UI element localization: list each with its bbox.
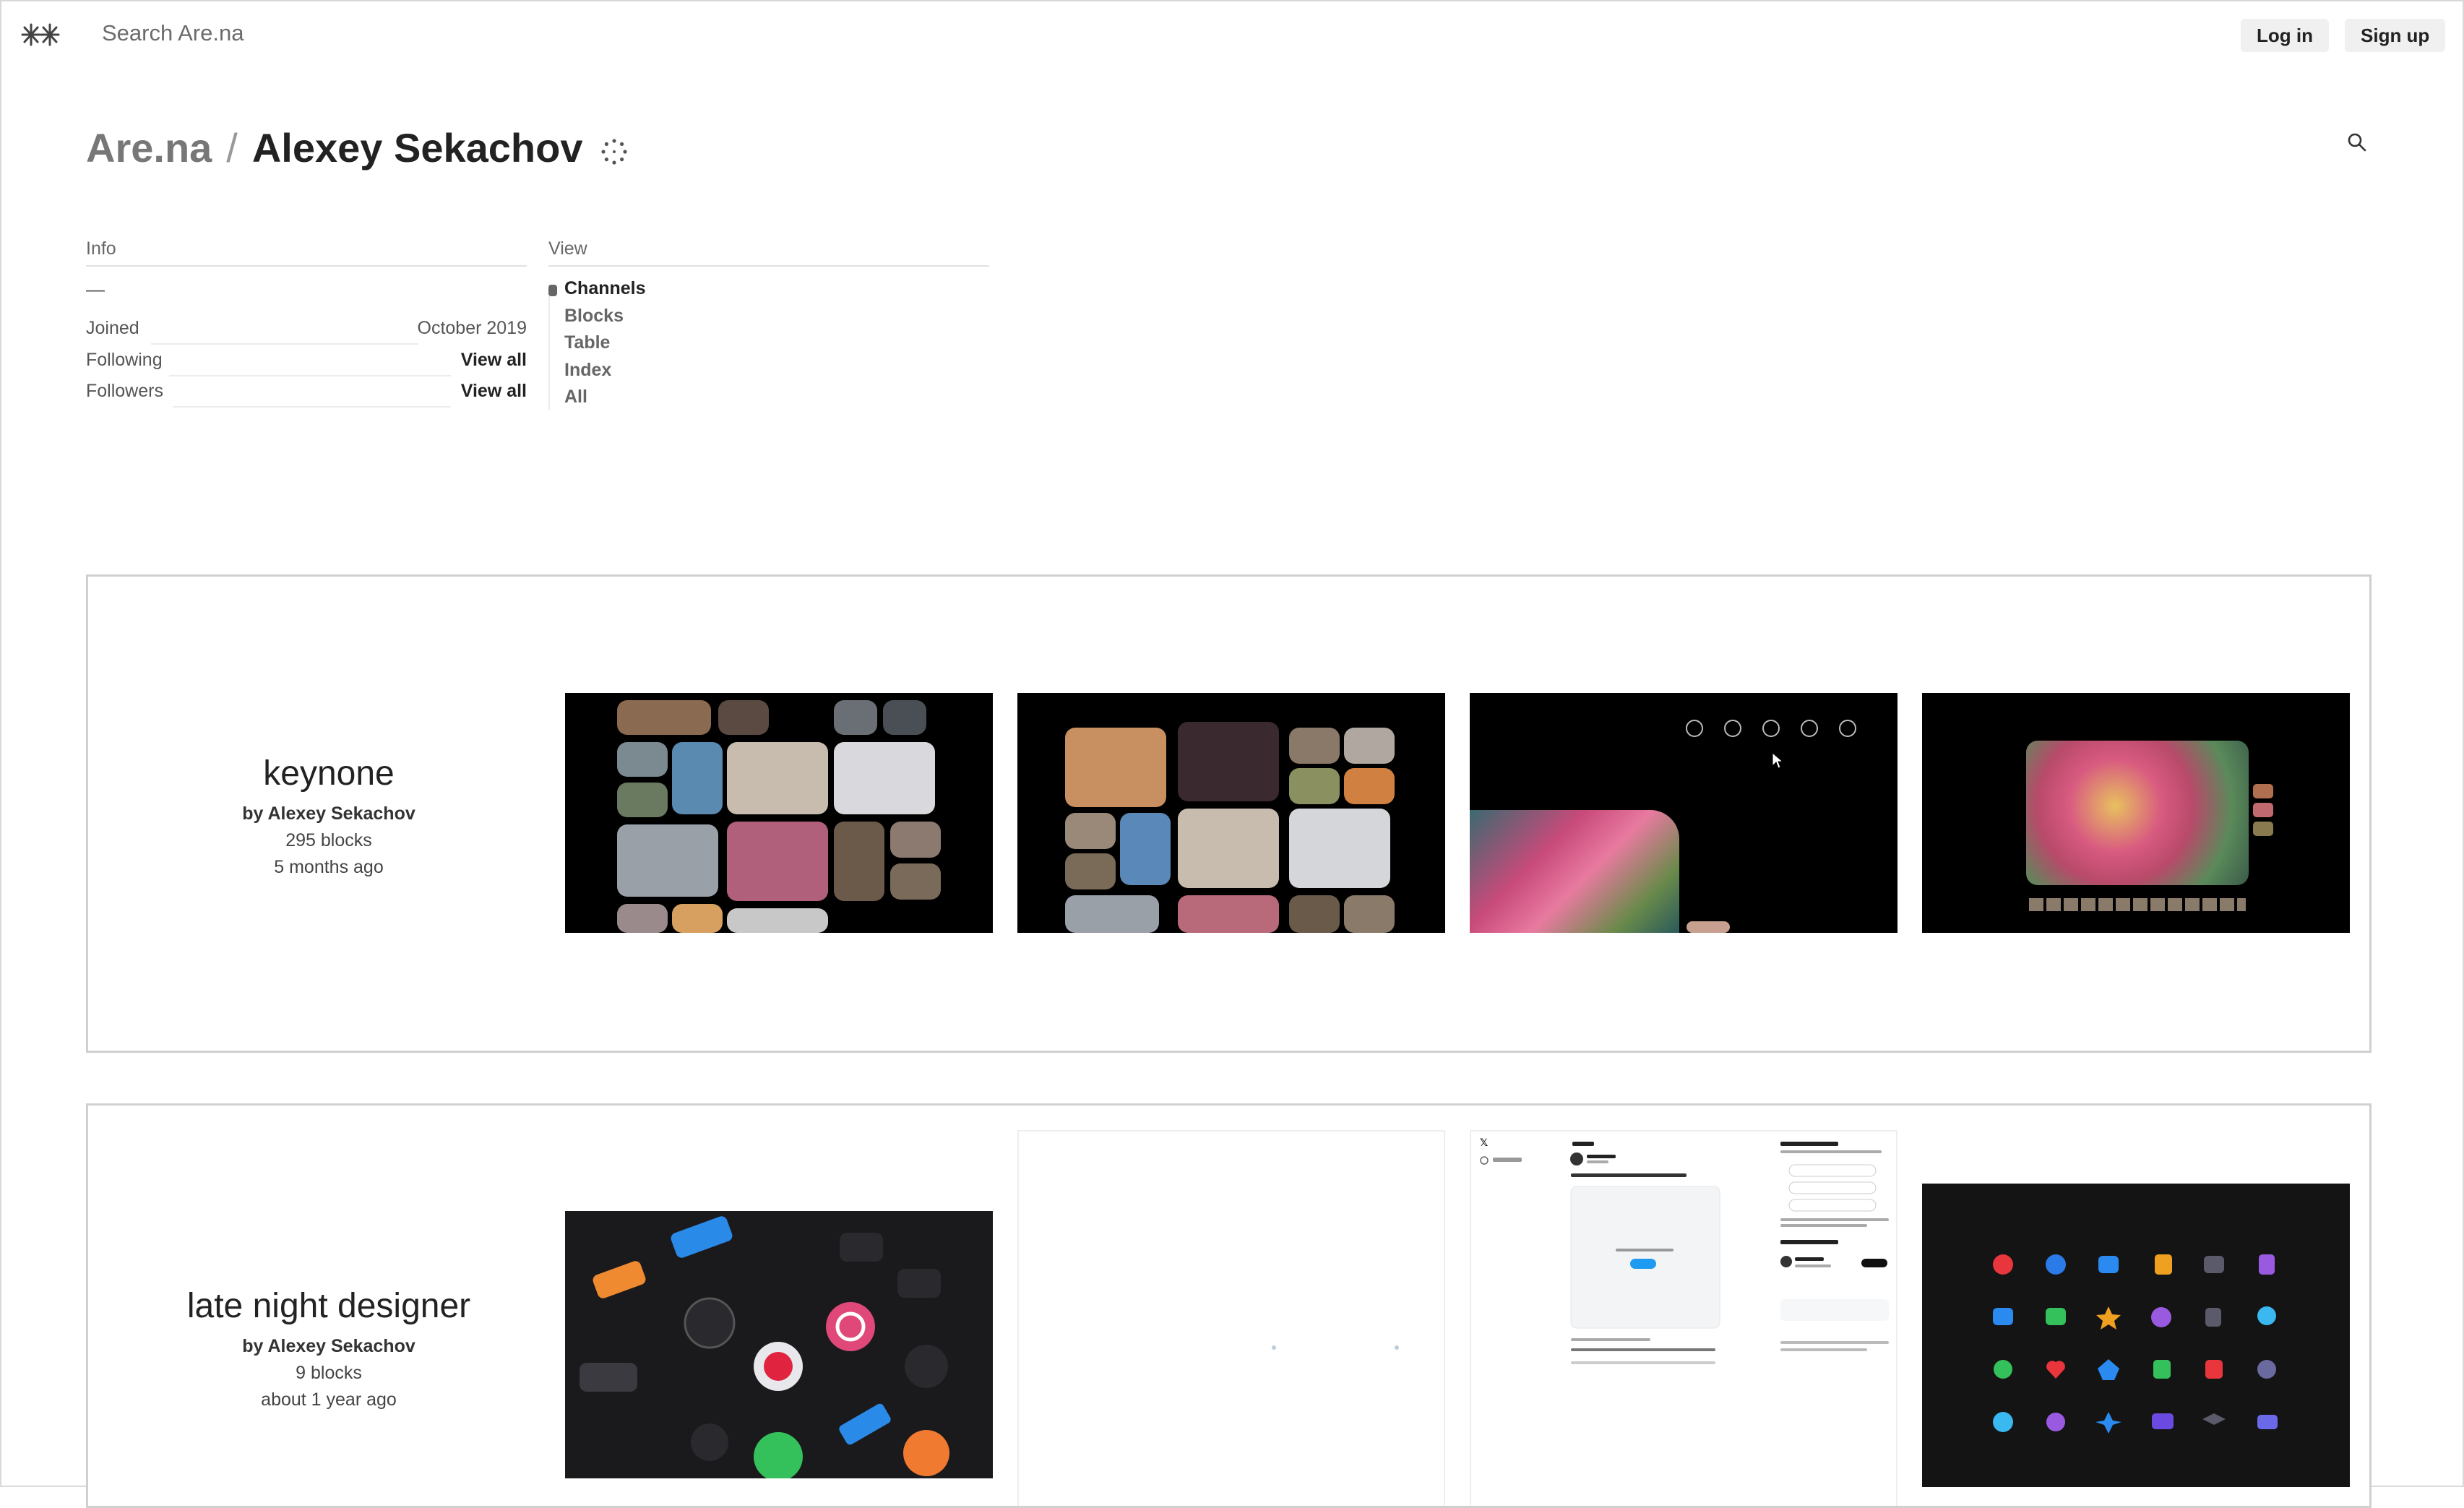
block-thumbnail[interactable] [1922, 693, 2350, 933]
breadcrumb-separator: / [226, 125, 238, 171]
channel-block-count: 295 blocks [285, 830, 372, 850]
view-option-all[interactable]: All [548, 387, 646, 414]
block-thumbnail[interactable] [1470, 693, 1897, 933]
channel-meta: keynone by Alexey Sekachov 295 blocks 5 … [88, 754, 569, 878]
view-option-channels[interactable]: Channels [548, 278, 646, 306]
channel-updated: about 1 year ago [261, 1389, 397, 1410]
row-divider [173, 406, 451, 408]
info-followers-row: Followers View all [86, 381, 527, 410]
block-thumbnail[interactable] [1922, 1184, 2350, 1487]
block-thumbnail[interactable] [565, 1211, 993, 1478]
gallery-screenshot-image [1017, 693, 1445, 933]
joined-label: Joined [86, 318, 139, 338]
signup-button[interactable]: Sign up [2345, 19, 2446, 52]
block-thumbnail[interactable] [1017, 693, 1445, 933]
view-heading: View [548, 238, 989, 267]
login-button[interactable]: Log in [2241, 19, 2329, 52]
breadcrumb-root-link[interactable]: Are.na [86, 125, 212, 171]
page-title[interactable]: Alexey Sekachov [252, 125, 583, 171]
arena-logo-icon[interactable] [20, 20, 61, 49]
channel-card[interactable]: keynone by Alexey Sekachov 295 blocks 5 … [86, 574, 2372, 1053]
breadcrumb: Are.na / Alexey Sekachov [86, 124, 582, 171]
followers-view-all-link[interactable]: View all [461, 381, 527, 402]
row-divider [151, 343, 418, 345]
photo-viewer-image [1922, 693, 2350, 933]
view-option-index[interactable]: Index [548, 360, 646, 387]
info-joined-row: Joined October 2019 [86, 318, 527, 347]
view-options: Channels Blocks Table Index All [548, 278, 646, 414]
channel-card[interactable]: late night designer by Alexey Sekachov 9… [86, 1103, 2372, 1508]
following-view-all-link[interactable]: View all [461, 350, 527, 371]
channel-author[interactable]: by Alexey Sekachov [88, 803, 569, 824]
bio-text: — [86, 278, 105, 300]
channel-title[interactable]: late night designer [88, 1286, 569, 1326]
channel-author[interactable]: by Alexey Sekachov [88, 1336, 569, 1357]
view-option-table[interactable]: Table [548, 332, 646, 360]
channel-updated: 5 months ago [274, 857, 384, 877]
icon-grid-image [1993, 1254, 2278, 1434]
joined-value: October 2019 [417, 318, 527, 338]
following-label: Following [86, 350, 163, 370]
channel-meta: late night designer by Alexey Sekachov 9… [88, 1286, 569, 1410]
svg-text:𝕏: 𝕏 [1480, 1137, 1488, 1149]
dotted-circle-icon[interactable] [600, 137, 629, 166]
top-bar: Search Are.na Log in Sign up [0, 0, 2464, 69]
info-heading: Info [86, 238, 527, 267]
block-thumbnail[interactable]: 𝕏 [1470, 1130, 1897, 1506]
info-following-row: Following View all [86, 350, 527, 379]
block-thumbnail[interactable] [1017, 1130, 1445, 1506]
search-input[interactable]: Search Are.na [102, 20, 244, 46]
gallery-screenshot-image [565, 693, 993, 933]
channel-title[interactable]: keynone [88, 754, 569, 793]
row-divider [169, 375, 451, 376]
channel-block-count: 9 blocks [296, 1363, 362, 1383]
social-post-screenshot-image: 𝕏 [1480, 1137, 1889, 1364]
view-option-blocks[interactable]: Blocks [548, 306, 646, 333]
app-icons-image [580, 1216, 949, 1478]
block-thumbnail[interactable] [565, 693, 993, 933]
followers-label: Followers [86, 381, 163, 401]
flower-photo-image [1470, 693, 1897, 933]
search-icon[interactable] [2347, 132, 2367, 152]
